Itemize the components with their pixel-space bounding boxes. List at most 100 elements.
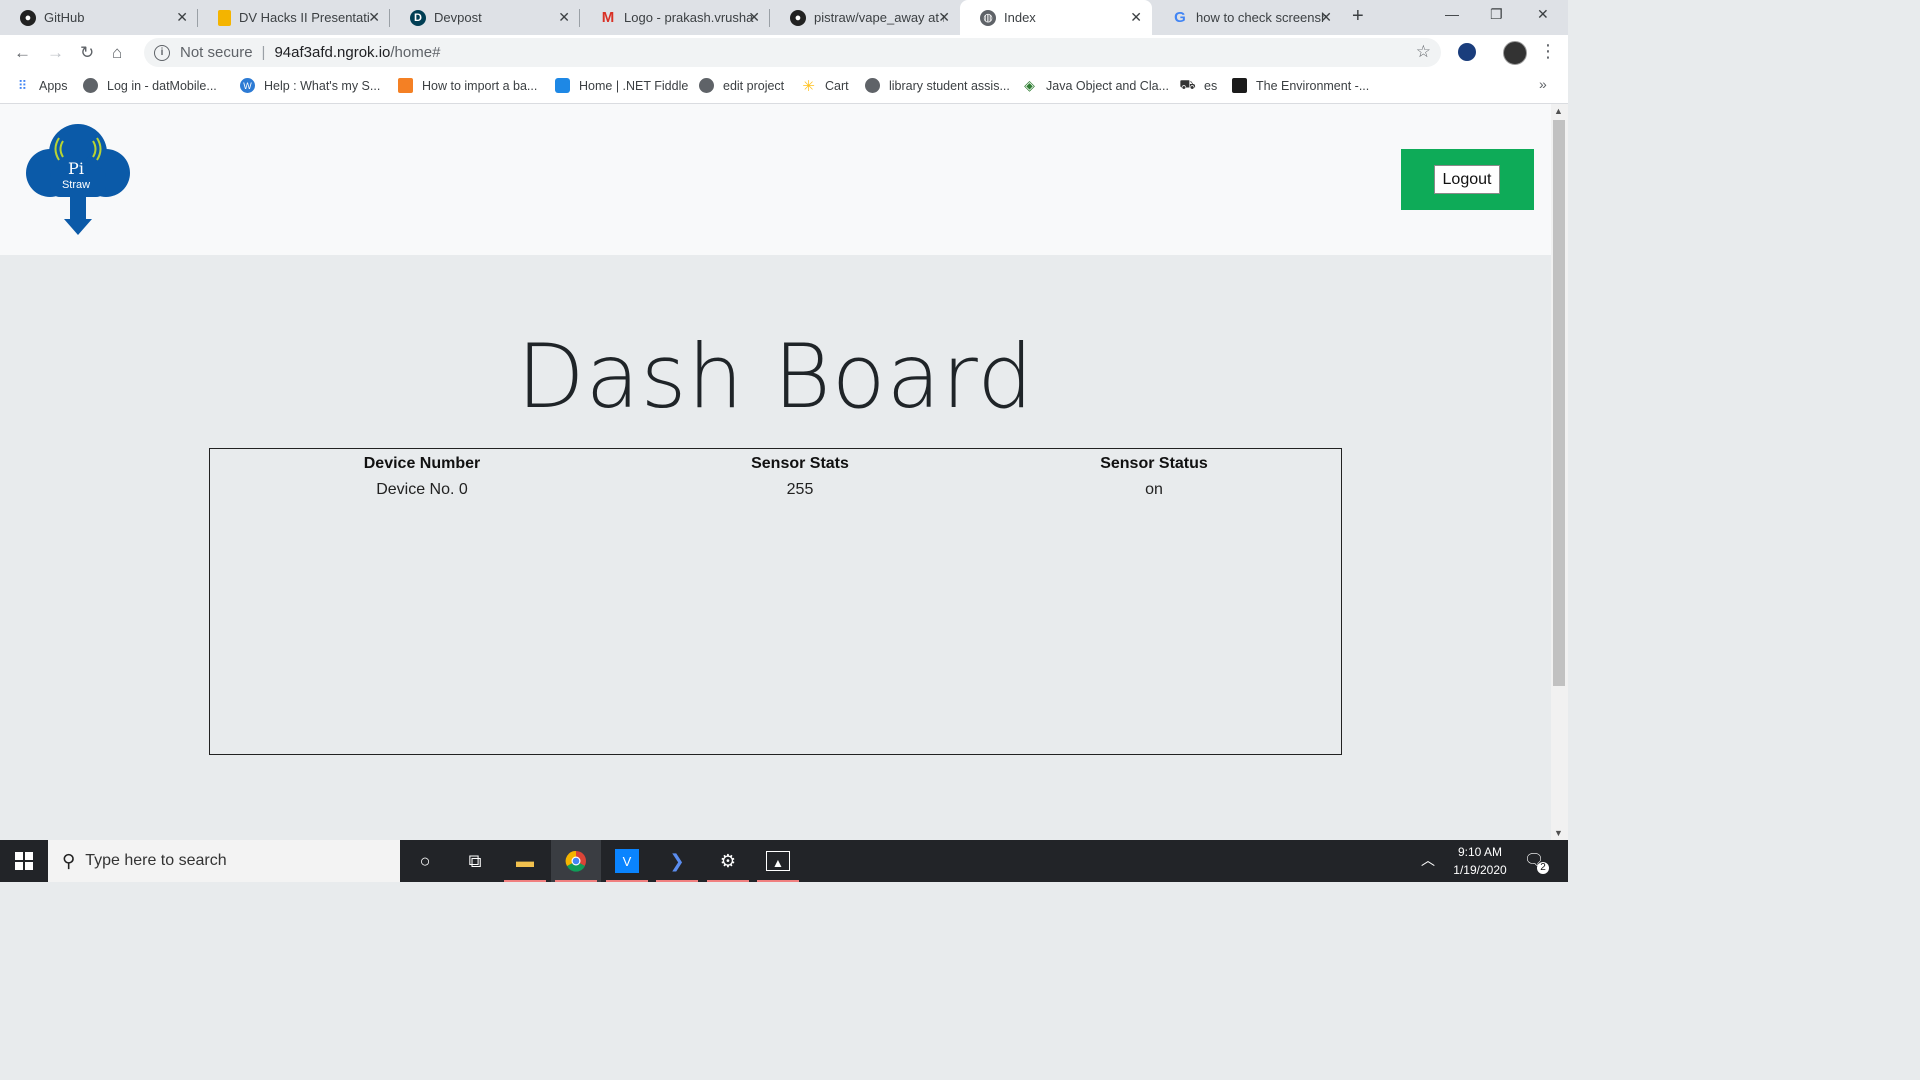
close-icon[interactable]: ✕	[938, 9, 950, 26]
security-label: Not secure	[180, 44, 253, 61]
tab-title: pistraw/vape_away at n	[814, 10, 944, 25]
scroll-up-icon[interactable]: ▲	[1554, 106, 1563, 116]
tab-github[interactable]: ● GitHub ✕	[0, 0, 198, 35]
bookmark-star-icon[interactable]: ☆	[1416, 42, 1431, 62]
cell-device-number: Device No. 0	[376, 481, 468, 498]
bookmark-label: Home | .NET Fiddle	[579, 78, 689, 93]
stackoverflow-icon	[398, 78, 413, 93]
browser-toolbar: ← → ↻ ⌂ i Not secure | 94af3afd.ngrok.io…	[0, 35, 1568, 70]
bookmark-edit-project[interactable]: edit project	[699, 78, 784, 93]
more-menu-icon[interactable]: ⋮	[1539, 41, 1557, 62]
tab-index[interactable]: ◍ Index ✕	[960, 0, 1152, 35]
bookmark-cart[interactable]: ✳ Cart	[801, 77, 848, 95]
tab-title: DV Hacks II Presentatio	[239, 10, 369, 25]
search-icon: ⚲	[62, 850, 76, 871]
tab-devpost[interactable]: D Devpost ✕	[390, 0, 580, 35]
car-icon: ⛟	[1179, 76, 1196, 92]
bookmark-label: The Environment -...	[1256, 78, 1370, 93]
minimize-icon[interactable]: —	[1445, 6, 1459, 22]
apps-grid-icon: ⠿	[17, 77, 28, 93]
bookmark-label: Java Object and Cla...	[1046, 78, 1169, 93]
tab-title: Index	[1004, 10, 1036, 25]
bookmark-label: Log in - datMobile...	[107, 78, 217, 93]
cell-sensor-stats: 255	[786, 481, 814, 498]
home-icon[interactable]: ⌂	[112, 43, 122, 63]
scrollbar-thumb[interactable]	[1553, 120, 1565, 686]
address-bar[interactable]: i Not secure | 94af3afd.ngrok.io/home# ☆	[144, 38, 1441, 67]
reload-icon[interactable]: ↻	[80, 43, 94, 63]
back-icon[interactable]: ←	[14, 43, 31, 63]
bookmarks-overflow-icon[interactable]: »	[1539, 76, 1547, 92]
window-close-icon[interactable]: ✕	[1537, 6, 1549, 23]
bookmark-how-to-import[interactable]: How to import a ba...	[398, 78, 537, 93]
photos-icon[interactable]: ▲	[753, 840, 803, 882]
walmart-spark-icon: ✳	[802, 77, 815, 95]
close-icon[interactable]: ✕	[176, 9, 188, 26]
close-icon[interactable]: ✕	[558, 9, 570, 26]
visual-studio-code-icon[interactable]: V	[602, 840, 652, 882]
gmail-icon: M	[601, 9, 615, 26]
bookmark-library[interactable]: library student assis...	[865, 78, 1010, 93]
cortana-icon[interactable]: ○	[400, 840, 450, 882]
restore-icon[interactable]: ❐	[1490, 6, 1503, 23]
globe-icon: ◍	[980, 9, 996, 26]
bookmarks-bar: ⠿ Apps Log in - datMobile... W Help : Wh…	[0, 70, 1568, 104]
settings-gear-icon[interactable]: ⚙	[703, 840, 753, 882]
taskbar-search-input[interactable]: ⚲ Type here to search	[48, 840, 400, 882]
tab-strip: ● GitHub ✕ DV Hacks II Presentatio ✕ D D…	[0, 0, 1568, 35]
column-header-sensor-status: Sensor Status	[1100, 455, 1208, 472]
slides-icon	[218, 9, 231, 26]
logo-text-straw: Straw	[61, 179, 91, 191]
bookmark-es[interactable]: ⛟ es	[1179, 76, 1218, 93]
tab-pistraw[interactable]: ● pistraw/vape_away at n ✕	[770, 0, 960, 35]
powershell-icon[interactable]: ❯	[652, 840, 702, 882]
tab-gmail[interactable]: M Logo - prakash.vrushan ✕	[580, 0, 770, 35]
dotnet-fiddle-icon	[555, 78, 570, 93]
system-clock[interactable]: 9:10 AM 1/19/2020	[1448, 845, 1512, 877]
app-running-indicator	[707, 880, 749, 882]
bookmark-label: How to import a ba...	[422, 78, 538, 93]
close-icon[interactable]: ✕	[748, 9, 760, 26]
scroll-down-icon[interactable]: ▼	[1554, 828, 1563, 838]
logout-button[interactable]: Logout	[1434, 165, 1500, 194]
chrome-taskbar-icon[interactable]	[551, 840, 601, 882]
bookmark-apps[interactable]: ⠿ Apps	[15, 78, 68, 93]
chrome-icon	[565, 850, 586, 872]
close-icon[interactable]: ✕	[368, 9, 380, 26]
task-view-icon[interactable]: ⧉	[450, 840, 500, 882]
bookmark-label: library student assis...	[889, 78, 1010, 93]
bookmark-whats-my[interactable]: W Help : What's my S...	[240, 78, 380, 93]
logo-text-pi: Pi	[68, 159, 84, 178]
visual-studio-icon	[1232, 78, 1247, 93]
google-icon: G	[1174, 9, 1186, 26]
close-icon[interactable]: ✕	[1320, 9, 1332, 26]
new-tab-button[interactable]: +	[1352, 5, 1364, 28]
bookmark-environment[interactable]: The Environment -...	[1232, 78, 1369, 93]
bookmark-label: Apps	[39, 78, 68, 93]
profile-avatar[interactable]	[1503, 41, 1527, 65]
tray-chevron-up-icon[interactable]: ︿	[1421, 850, 1435, 870]
tab-google-search[interactable]: G how to check screensh ✕	[1152, 0, 1342, 35]
bookmark-java-object[interactable]: ◈ Java Object and Cla...	[1022, 77, 1169, 93]
tab-dv-hacks[interactable]: DV Hacks II Presentatio ✕	[198, 0, 390, 35]
cell-sensor-status: on	[1145, 481, 1163, 498]
app-running-indicator	[504, 880, 546, 882]
pi-straw-logo[interactable]: Pi Straw	[24, 123, 132, 237]
forward-icon[interactable]: →	[47, 43, 64, 63]
info-icon[interactable]: i	[154, 44, 170, 61]
wordpress-icon: W	[240, 78, 255, 93]
bookmark-datmobile[interactable]: Log in - datMobile...	[83, 78, 217, 93]
bookmark-dotnet-fiddle[interactable]: Home | .NET Fiddle	[555, 78, 688, 93]
extension-icon[interactable]	[1458, 43, 1476, 61]
url-path: /home#	[390, 44, 441, 61]
column-header-sensor-stats: Sensor Stats	[751, 455, 849, 472]
close-icon[interactable]: ✕	[1130, 9, 1142, 26]
windows-taskbar: ⚲ Type here to search ○ ⧉ ▬ V ❯ ⚙ ▲ ︿ 9:…	[0, 840, 1568, 882]
bookmark-label: es	[1204, 78, 1218, 93]
page-title: Dash Board	[516, 325, 1035, 428]
diamond-icon: ◈	[1024, 77, 1035, 93]
bookmark-label: edit project	[723, 78, 785, 93]
file-explorer-icon[interactable]: ▬	[500, 840, 550, 882]
start-button[interactable]	[0, 840, 48, 882]
mountain-image-icon: ▲	[766, 851, 790, 871]
